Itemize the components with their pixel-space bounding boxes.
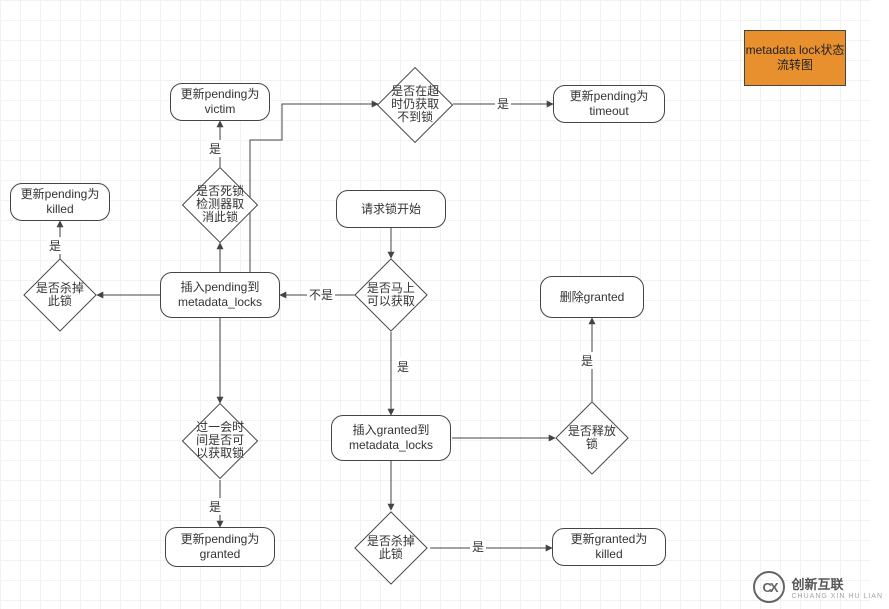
node-pending-timeout-text: 更新pending为timeout bbox=[558, 89, 660, 119]
decision-kill-left-text: 是否杀掉此锁 bbox=[35, 282, 85, 308]
node-pending-timeout: 更新pending为timeout bbox=[553, 85, 665, 123]
watermark-zh: 创新互联 bbox=[791, 574, 883, 593]
label-yes-kill-right: 是 bbox=[470, 538, 486, 555]
label-yes-kill-left: 是 bbox=[47, 237, 63, 254]
label-yes-release: 是 bbox=[579, 352, 595, 369]
decision-kill-right-text: 是否杀掉此锁 bbox=[366, 535, 416, 561]
node-start: 请求锁开始 bbox=[336, 190, 446, 228]
decision-timeout-text: 是否在超时仍获取不到锁 bbox=[389, 85, 441, 125]
diagram-title-text: metadata lock状态流转图 bbox=[745, 43, 845, 73]
label-yes-timeout: 是 bbox=[495, 95, 511, 112]
decision-deadlock-text: 是否死锁检测器取消此锁 bbox=[194, 185, 246, 225]
node-pending-granted-text: 更新pending为granted bbox=[170, 532, 270, 562]
watermark-logo-icon: CX bbox=[753, 571, 785, 603]
decision-immediate-text: 是否马上可以获取 bbox=[366, 282, 416, 308]
node-pending-victim: 更新pending为victim bbox=[170, 83, 270, 121]
node-granted-killed-text: 更新granted为killed bbox=[557, 532, 661, 562]
label-yes-deadlock: 是 bbox=[207, 140, 223, 157]
label-not: 不是 bbox=[307, 286, 335, 303]
node-insert-pending: 插入pending到metadata_locks bbox=[160, 272, 280, 318]
diagram-title: metadata lock状态流转图 bbox=[744, 30, 846, 86]
label-yes-wait: 是 bbox=[207, 498, 223, 515]
node-insert-granted: 插入granted到metadata_locks bbox=[331, 415, 451, 461]
node-start-text: 请求锁开始 bbox=[361, 202, 421, 217]
decision-release-text: 是否释放锁 bbox=[567, 425, 617, 451]
node-pending-victim-text: 更新pending为victim bbox=[175, 87, 265, 117]
watermark: CX 创新互联 CHUANG XIN HU LIAN bbox=[753, 571, 883, 603]
diagram-canvas: metadata lock状态流转图 请求锁开始 插入pending到metad… bbox=[0, 0, 889, 609]
node-delete-granted-text: 删除granted bbox=[560, 290, 625, 305]
node-insert-pending-text: 插入pending到metadata_locks bbox=[165, 280, 275, 310]
watermark-en: CHUANG XIN HU LIAN bbox=[791, 593, 883, 600]
node-insert-granted-text: 插入granted到metadata_locks bbox=[336, 423, 446, 453]
node-pending-killed: 更新pending为killed bbox=[10, 183, 110, 221]
decision-wait-acquire-text: 过一会时间是否可以获取锁 bbox=[194, 421, 246, 461]
node-granted-killed: 更新granted为killed bbox=[552, 528, 666, 566]
node-pending-granted: 更新pending为granted bbox=[165, 527, 275, 567]
label-yes-immediate: 是 bbox=[395, 358, 411, 375]
node-delete-granted: 删除granted bbox=[540, 276, 644, 318]
node-pending-killed-text: 更新pending为killed bbox=[15, 187, 105, 217]
